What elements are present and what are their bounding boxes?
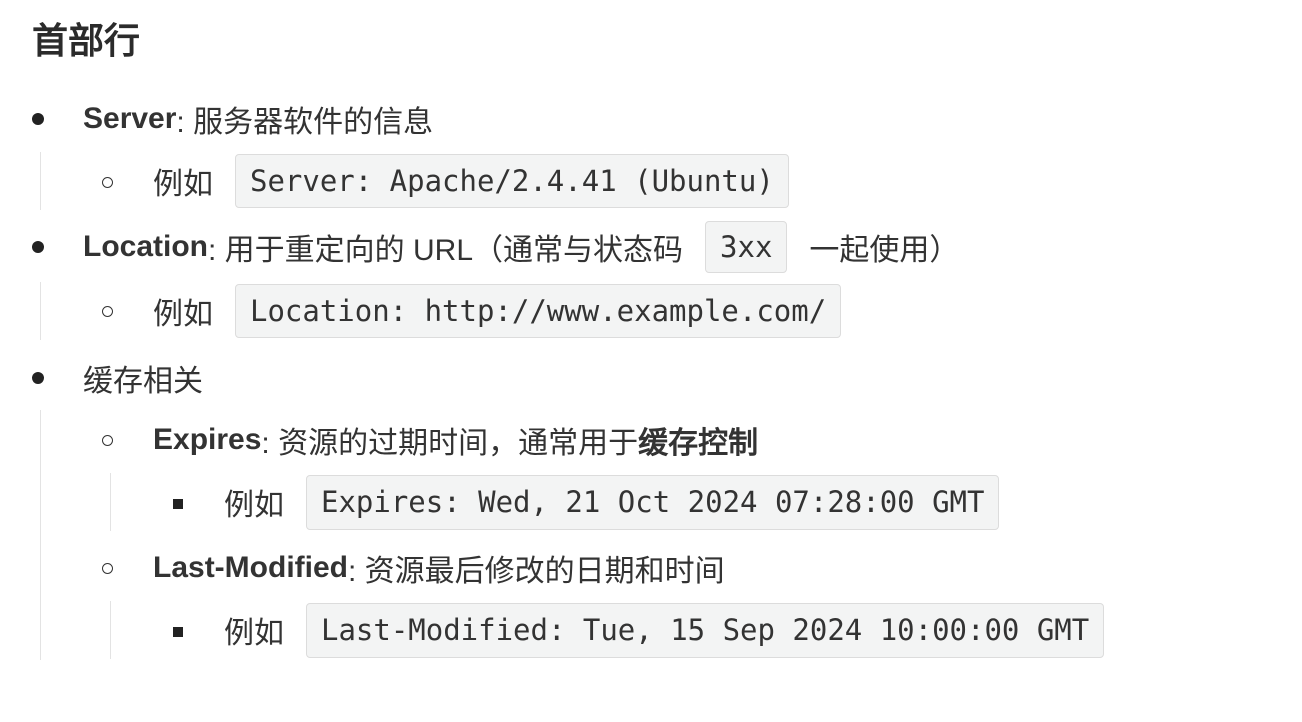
indent-guide-expires (110, 473, 111, 531)
expires-description-bold: 缓存控制 (638, 427, 759, 460)
location-description: : 用于重定向的 URL（通常与状态码 (208, 234, 684, 267)
server-description: : 服务器软件的信息 (176, 106, 434, 139)
indent-guide-last-modified (110, 601, 111, 659)
list-bullet-circle (102, 177, 113, 188)
list-item-expires-example: 例如 Expires: Wed, 21 Oct 2024 07:28:00 GM… (224, 474, 1000, 530)
list-bullet-square (173, 499, 183, 509)
server-term: Server (83, 102, 177, 135)
expires-term: Expires (153, 423, 262, 456)
last-modified-description: : 资源最后修改的日期和时间 (348, 555, 725, 588)
location-example-code: Location: http://www.example.com/ (235, 284, 842, 338)
list-item-last-modified: Last-Modified: 资源最后修改的日期和时间 (153, 540, 725, 596)
last-modified-example-code: Last-Modified: Tue, 15 Sep 2024 10:00:00… (306, 602, 1105, 658)
list-item-last-modified-example: 例如 Last-Modified: Tue, 15 Sep 2024 10:00… (224, 602, 1105, 658)
list-bullet-disc (32, 241, 44, 253)
example-label: 例如 (153, 298, 213, 331)
list-item-server-example: 例如 Server: Apache/2.4.41 (Ubuntu) (153, 153, 789, 209)
list-bullet-disc (32, 113, 44, 125)
list-bullet-circle (102, 435, 113, 446)
cache-label: 缓存相关 (83, 365, 203, 398)
list-bullet-circle (102, 563, 113, 574)
list-item-location: Location: 用于重定向的 URL（通常与状态码 3xx 一起使用） (83, 219, 959, 275)
list-item-location-example: 例如 Location: http://www.example.com/ (153, 283, 842, 339)
list-item-expires: Expires: 资源的过期时间，通常用于 缓存控制 (153, 412, 758, 468)
last-modified-term: Last-Modified (153, 551, 348, 584)
server-example-code: Server: Apache/2.4.41 (Ubuntu) (235, 154, 789, 208)
indent-guide-server (40, 152, 41, 210)
indent-guide-cache (40, 410, 41, 660)
list-item-cache: 缓存相关 (83, 350, 203, 406)
list-bullet-circle (102, 306, 113, 317)
list-bullet-disc (32, 372, 44, 384)
example-label: 例如 (224, 617, 284, 650)
example-label: 例如 (224, 489, 284, 522)
section-heading: 首部行 (32, 20, 141, 61)
status-code-inline: 3xx (705, 221, 788, 273)
location-description-end: 一起使用） (809, 234, 960, 267)
list-bullet-square (173, 627, 183, 637)
list-item-server: Server: 服务器软件的信息 (83, 91, 433, 147)
indent-guide-location (40, 282, 41, 340)
expires-description: : 资源的过期时间，通常用于 (261, 427, 639, 460)
expires-example-code: Expires: Wed, 21 Oct 2024 07:28:00 GMT (306, 474, 1000, 530)
location-term: Location (83, 230, 208, 263)
example-label: 例如 (153, 168, 213, 201)
